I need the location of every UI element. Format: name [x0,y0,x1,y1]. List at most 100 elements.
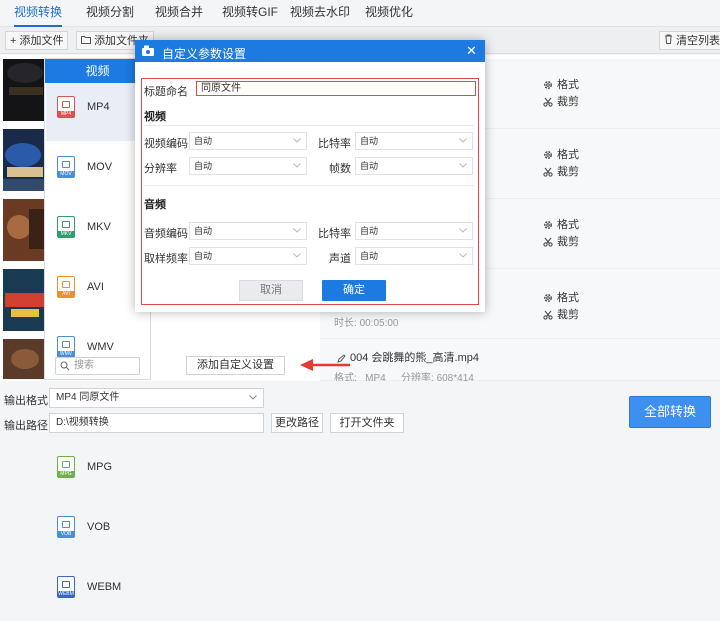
dialog-header: 自定义参数设置 ✕ [135,40,485,62]
duration-info: 时长: 00:05:00 [334,314,399,329]
samplerate-select[interactable]: 自动 [189,247,307,265]
resolution-value: 自动 [194,161,213,171]
close-icon[interactable]: ✕ [466,44,477,57]
channel-value: 自动 [360,251,379,261]
channel-select[interactable]: 自动 [355,247,473,265]
audio-bitrate-select[interactable]: 自动 [355,222,473,240]
cancel-button[interactable]: 取消 [239,280,303,301]
tab-video-convert[interactable]: 视频转换 [14,0,63,27]
resolution-label: 分辨率 [144,163,177,175]
open-folder-button[interactable]: 打开文件夹 [330,413,404,433]
format-item-webm[interactable]: WEBM WEBM [46,563,150,621]
format-item-label: MP4 [87,101,110,113]
format-item-label: MPG [87,461,113,473]
scissors-icon [543,310,553,320]
format-search-input[interactable]: 搜索 [55,357,140,375]
video-file-icon: MOV [57,156,75,178]
framerate-value: 自动 [360,161,379,171]
format-button[interactable]: 格式 [543,289,579,305]
video-encoder-value: 自动 [194,136,213,146]
main-tab-bar: 视频转换 视频分割 视频合并 视频转GIF 视频去水印 视频优化 [0,0,720,27]
clip-label: 裁剪 [557,96,579,108]
format-icon-text: MKV [58,231,74,237]
tab-video-merge[interactable]: 视频合并 [155,0,203,27]
video-thumbnail[interactable] [3,59,47,121]
tab-video-to-gif[interactable]: 视频转GIF [222,0,278,27]
file-name-text: 004 会跳舞的熊_高清.mp4 [350,352,479,364]
ok-button[interactable]: 确定 [322,280,386,301]
output-format-select[interactable]: MP4 同原文件 [49,388,264,408]
search-placeholder: 搜索 [74,360,94,371]
format-item-label: WMV [87,341,114,353]
audio-encoder-value: 自动 [194,226,213,236]
video-thumbnail[interactable] [3,269,47,331]
resolution-select[interactable]: 自动 [189,157,307,175]
format-item-mpg[interactable]: MPG MPG [46,443,150,501]
chevron-down-icon [293,253,301,258]
output-path-field[interactable]: D:\视频转换 [49,413,264,433]
output-format-label: 输出格式: [4,395,52,407]
video-thumbnail[interactable] [3,199,47,261]
video-file-icon: WEBM [57,576,75,598]
name-label: 标题命名 [144,86,188,98]
clear-list-label: 清空列表 [676,35,720,47]
samplerate-value: 自动 [194,251,213,261]
tab-video-optimize[interactable]: 视频优化 [365,0,413,27]
video-encoder-label: 视频编码 [144,138,188,150]
chevron-down-icon [249,395,257,400]
format-icon-text: MOV [58,171,74,177]
clip-button[interactable]: 裁剪 [543,93,579,109]
format-label: 格式 [557,292,579,304]
convert-all-button[interactable]: 全部转换 [629,396,711,428]
format-icon-text: MPG [58,471,74,477]
clip-button[interactable]: 裁剪 [543,306,579,322]
format-item-label: VOB [87,521,111,533]
audio-encoder-select[interactable]: 自动 [189,222,307,240]
clip-label: 裁剪 [557,236,579,248]
format-item-label: MKV [87,221,111,233]
format-button[interactable]: 格式 [543,146,579,162]
clip-button[interactable]: 裁剪 [543,163,579,179]
name-input[interactable]: 同原文件 [196,81,476,96]
framerate-select[interactable]: 自动 [355,157,473,175]
audio-section-title: 音频 [144,199,166,211]
dialog-form: 标题命名 同原文件 视频 视频编码 自动 比特率 自动 分辨率 自动 帧数 自动… [141,78,479,305]
gear-icon [544,151,552,159]
format-button[interactable]: 格式 [543,216,579,232]
clear-list-button[interactable]: 清空列表 [659,31,720,50]
video-file-icon: WMV [57,336,75,358]
chevron-down-icon [293,163,301,168]
video-file-icon: VOB [57,516,75,538]
chevron-down-icon [459,228,467,233]
gear-icon [544,294,552,302]
video-section-title: 视频 [144,111,166,123]
divider [144,185,474,186]
dialog-title: 自定义参数设置 [162,47,247,61]
search-icon [60,361,70,371]
add-file-button[interactable]: + 添加文件 [5,31,69,50]
video-thumbnail[interactable] [3,129,47,191]
gear-icon [544,221,552,229]
clip-button[interactable]: 裁剪 [543,233,579,249]
change-path-button[interactable]: 更改路径 [271,413,323,433]
video-encoder-select[interactable]: 自动 [189,132,307,150]
tab-video-watermark[interactable]: 视频去水印 [290,0,350,27]
custom-settings-dialog: 自定义参数设置 ✕ 标题命名 同原文件 视频 视频编码 自动 比特率 自动 分辨… [135,40,485,312]
gear-icon [544,81,552,89]
chevron-down-icon [293,228,301,233]
framerate-label: 帧数 [329,163,351,175]
video-bitrate-value: 自动 [360,136,379,146]
settings-icon [142,45,154,56]
clip-label: 裁剪 [557,166,579,178]
audio-bitrate-label: 比特率 [318,228,351,240]
output-format-value: MP4 同原文件 [56,392,120,403]
format-button[interactable]: 格式 [543,76,579,92]
tab-video-split[interactable]: 视频分割 [86,0,134,27]
video-thumbnail[interactable] [3,339,47,379]
video-file-icon: AVI [57,276,75,298]
trash-icon [664,34,676,47]
video-bitrate-select[interactable]: 自动 [355,132,473,150]
format-item-label: MOV [87,161,113,173]
add-custom-setting-button[interactable]: 添加自定义设置 [186,356,285,375]
format-item-vob[interactable]: VOB VOB [46,503,150,561]
